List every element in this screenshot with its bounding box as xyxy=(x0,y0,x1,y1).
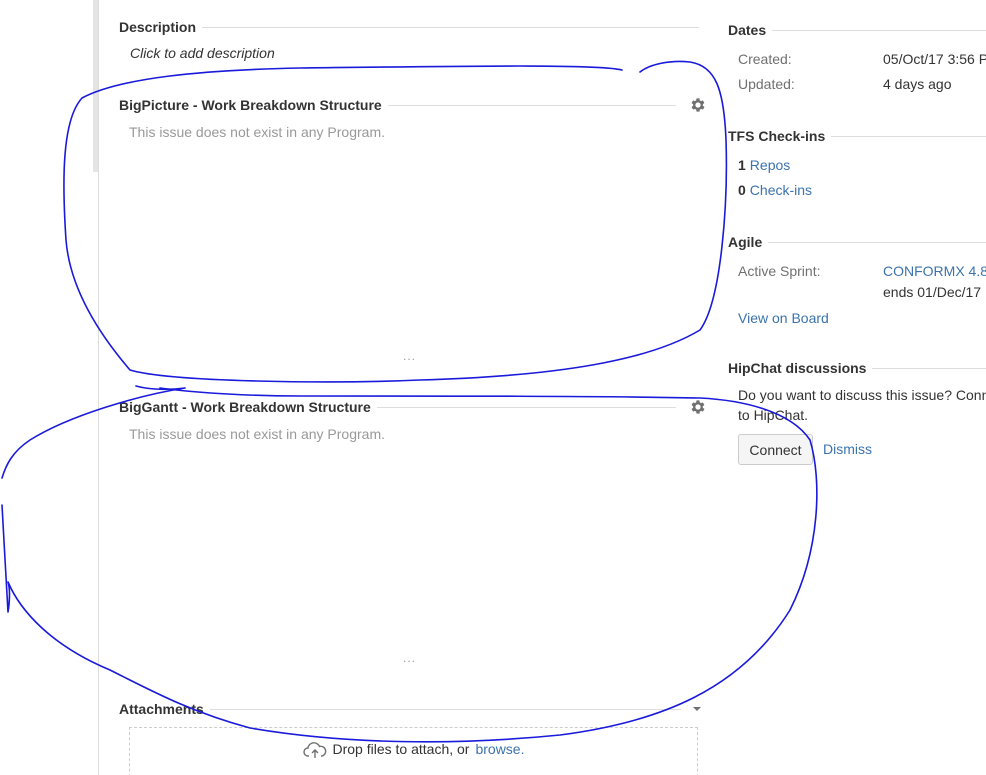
tfs-checkins-header: TFS Check-ins xyxy=(728,126,986,146)
left-gutter xyxy=(0,0,99,775)
cloud-upload-icon xyxy=(302,741,327,762)
chevron-down-icon[interactable] xyxy=(689,701,705,717)
agile-title[interactable]: Agile xyxy=(728,234,768,250)
view-on-board-link[interactable]: View on Board xyxy=(738,310,829,326)
updated-value: 4 days ago xyxy=(883,76,952,92)
sprint-end-date: ends 01/Dec/17 xyxy=(883,284,982,300)
attachments-header: Attachments xyxy=(119,699,701,719)
browse-link[interactable]: browse. xyxy=(475,741,524,757)
biggantt-empty-message: This issue does not exist in any Program… xyxy=(129,426,386,442)
hipchat-header: HipChat discussions xyxy=(728,358,986,378)
header-rule xyxy=(209,708,681,710)
tfs-checkins-row[interactable]: 0 Check-ins xyxy=(738,182,812,198)
gear-icon[interactable] xyxy=(688,95,708,115)
hipchat-title[interactable]: HipChat discussions xyxy=(728,360,872,376)
dates-header: Dates xyxy=(728,20,986,40)
created-label: Created: xyxy=(738,51,792,67)
biggantt-wbs-title[interactable]: BigGantt - Work Breakdown Structure xyxy=(119,399,377,415)
tfs-repos-link[interactable]: Repos xyxy=(750,157,790,173)
tfs-checkins-title[interactable]: TFS Check-ins xyxy=(728,128,831,144)
biggantt-wbs-header: BigGantt - Work Breakdown Structure xyxy=(119,397,705,417)
tfs-checkins-link[interactable]: Check-ins xyxy=(750,182,812,198)
header-rule xyxy=(387,104,676,106)
bigpicture-more-handle[interactable]: ... xyxy=(403,349,416,363)
dates-title[interactable]: Dates xyxy=(728,22,772,38)
dropzone-content: Drop files to attach, or browse. xyxy=(302,741,524,775)
active-sprint-label: Active Sprint: xyxy=(738,263,821,279)
gutter-divider xyxy=(98,0,99,775)
bigpicture-empty-message: This issue does not exist in any Program… xyxy=(129,124,386,140)
agile-header: Agile xyxy=(728,232,986,252)
biggantt-more-handle[interactable]: ... xyxy=(403,651,416,665)
issue-main-column: Description Click to add description Big… xyxy=(119,0,705,775)
tfs-repos-count: 1 xyxy=(738,157,746,173)
dismiss-link[interactable]: Dismiss xyxy=(823,441,872,457)
connect-button[interactable]: Connect xyxy=(738,434,813,465)
header-rule xyxy=(831,135,986,137)
bigpicture-wbs-header: BigPicture - Work Breakdown Structure xyxy=(119,95,705,115)
header-rule xyxy=(202,26,699,28)
description-title: Description xyxy=(119,19,197,35)
bigpicture-wbs-title[interactable]: BigPicture - Work Breakdown Structure xyxy=(119,97,388,113)
header-rule xyxy=(376,406,676,408)
hipchat-prompt: Do you want to discuss this issue? Conne… xyxy=(738,387,986,423)
header-rule xyxy=(772,29,986,31)
attachments-title[interactable]: Attachments xyxy=(119,701,210,717)
updated-label: Updated: xyxy=(738,76,795,92)
active-sprint-link[interactable]: CONFORMX 4.8 xyxy=(883,263,986,279)
tfs-checkins-count: 0 xyxy=(738,182,746,198)
created-value: 05/Oct/17 3:56 PM xyxy=(883,51,986,67)
gear-icon[interactable] xyxy=(688,397,708,417)
header-rule xyxy=(872,367,986,369)
attachments-dropzone[interactable]: Drop files to attach, or browse. xyxy=(129,727,698,775)
header-rule xyxy=(768,241,986,243)
drop-files-text: Drop files to attach, or xyxy=(332,741,470,757)
description-header: Description xyxy=(119,17,699,37)
description-placeholder[interactable]: Click to add description xyxy=(130,45,275,61)
issue-side-column: Dates Created: 05/Oct/17 3:56 PM Updated… xyxy=(728,0,986,775)
tfs-repos-row[interactable]: 1 Repos xyxy=(738,157,790,173)
